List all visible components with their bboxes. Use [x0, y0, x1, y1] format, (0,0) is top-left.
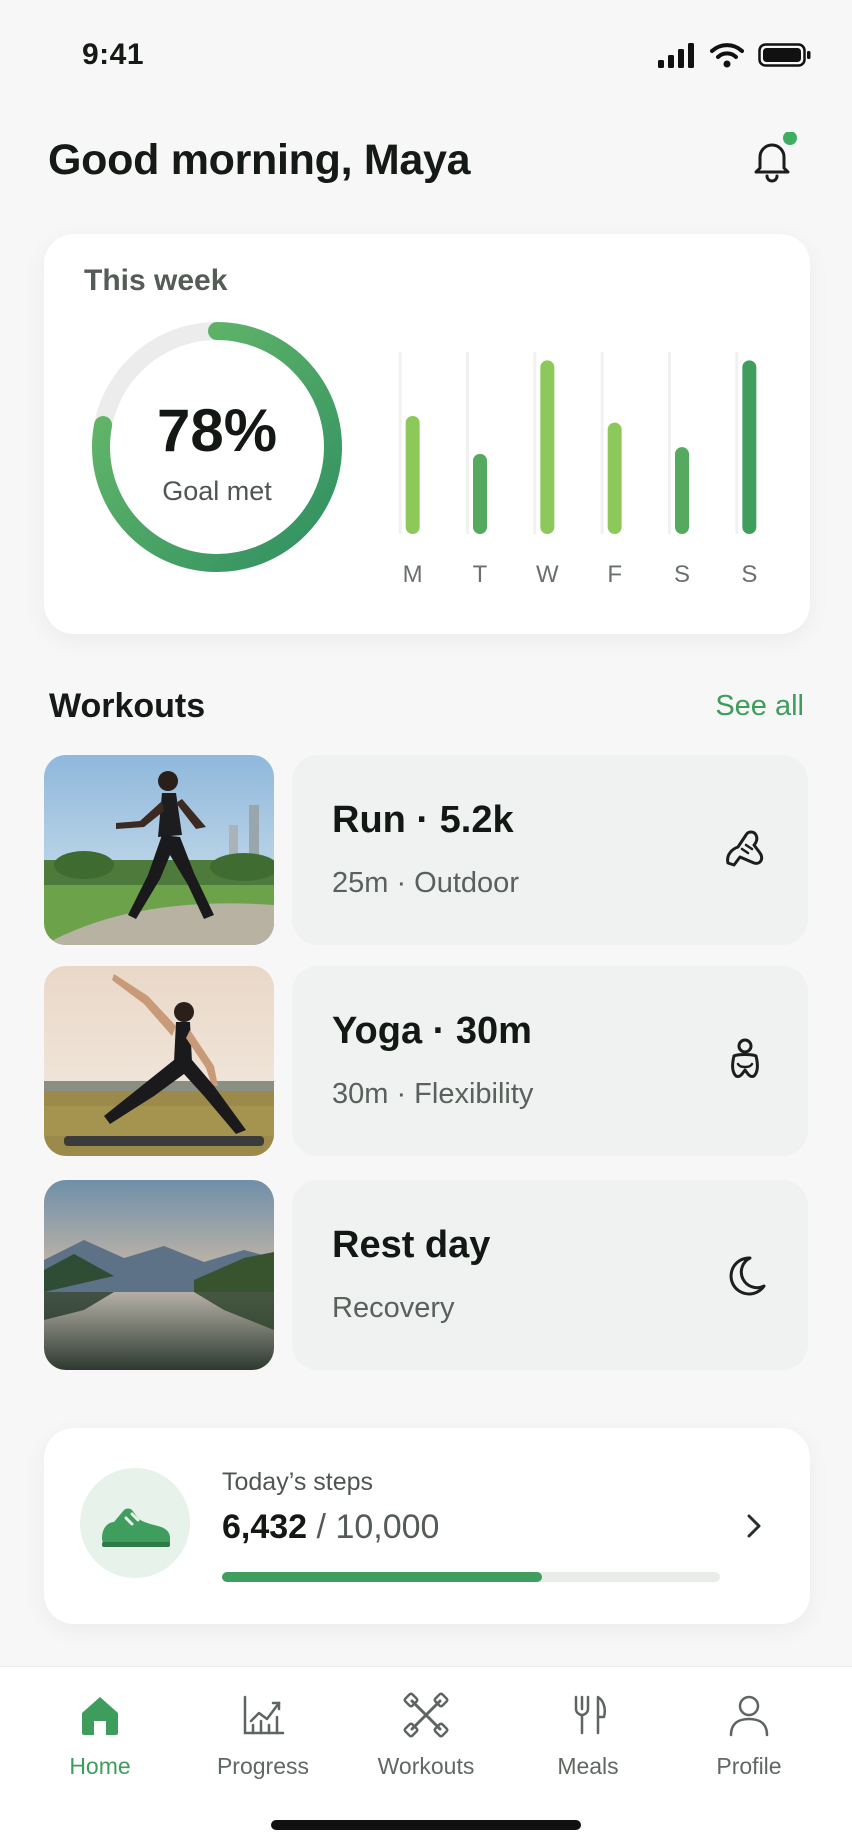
wifi-icon: [710, 43, 744, 68]
status-time: 9:41: [82, 38, 145, 71]
day-bar-1: [473, 453, 487, 534]
signal-icon: [658, 43, 694, 68]
runner-photo[interactable]: [44, 755, 274, 945]
day-bar-4: [675, 447, 689, 534]
yoga-person-icon: [731, 1038, 759, 1078]
workout-title: Yoga · 30m: [332, 1010, 532, 1052]
bar-gridline: [668, 352, 671, 534]
workout-title: Run · 5.2k: [332, 799, 514, 841]
dumbbell-icon: [403, 1692, 449, 1738]
person-icon: [729, 1695, 769, 1737]
battery-icon: [758, 43, 811, 67]
steps-badge: [80, 1468, 190, 1578]
chart-icon: [243, 1695, 285, 1735]
tab-progress[interactable]: Progress: [178, 1691, 348, 1780]
daily-activity-bars: MTWFSS: [398, 352, 757, 588]
steps-card[interactable]: Today’s steps 6,432 / 10,000: [44, 1428, 810, 1624]
day-label: W: [536, 561, 559, 588]
tab-profile[interactable]: Profile: [664, 1691, 834, 1780]
steps-progress-fill: [222, 1572, 543, 1582]
day-label: M: [403, 561, 423, 588]
greeting-title: Good morning, Maya: [48, 136, 471, 184]
bar-gridline: [398, 352, 402, 534]
goal-ring: 78% Goal met: [82, 312, 352, 582]
tab-label: Home: [69, 1753, 131, 1779]
steps-current: 6,432: [222, 1508, 308, 1546]
tab-label: Progress: [216, 1753, 310, 1779]
status-bar: 9:41: [0, 0, 852, 110]
tab-workouts[interactable]: Workouts: [341, 1691, 511, 1780]
steps-progress-bar: [222, 1572, 720, 1582]
tab-label: Meals: [557, 1753, 619, 1779]
workout-subtitle: 25m · Outdoor: [332, 867, 519, 899]
day-label: F: [607, 561, 622, 588]
bar-gridline: [466, 352, 469, 534]
shoe-icon: [726, 830, 764, 867]
bar-gridline: [735, 352, 739, 534]
day-label: S: [741, 561, 757, 588]
workout-card-rest[interactable]: Rest day Recovery: [292, 1180, 808, 1370]
bottom-tab-bar: Home Progress Workouts Meals Profile: [0, 1666, 852, 1846]
day-label: T: [473, 561, 488, 588]
day-bar-5: [742, 360, 757, 534]
home-icon: [82, 1697, 118, 1735]
goal-percent: 78%: [156, 397, 278, 464]
yoga-photo[interactable]: [44, 966, 274, 1156]
tab-meals[interactable]: Meals: [503, 1691, 673, 1780]
sneaker-icon: [102, 1508, 170, 1547]
workout-subtitle: 30m · Flexibility: [332, 1078, 534, 1110]
utensils-icon: [574, 1695, 606, 1735]
home-indicator: [271, 1820, 581, 1830]
workout-subtitle: Recovery: [332, 1292, 455, 1324]
day-bar-2: [540, 360, 555, 534]
goal-caption: Goal met: [162, 476, 272, 506]
status-icons: [658, 42, 812, 68]
tab-label: Workouts: [377, 1753, 475, 1779]
day-bar-3: [607, 422, 622, 534]
tab-home[interactable]: Home: [15, 1691, 185, 1780]
workout-card-yoga[interactable]: Yoga · 30m 30m · Flexibility: [292, 966, 808, 1156]
steps-value: 6,432 / 10,000: [222, 1508, 439, 1547]
lake-photo[interactable]: [44, 1180, 274, 1370]
notification-dot: [783, 132, 797, 145]
bar-gridline: [600, 352, 604, 534]
steps-goal: / 10,000: [316, 1508, 440, 1546]
workouts-section-title: Workouts: [49, 687, 206, 725]
notification-bell-icon[interactable]: [744, 132, 800, 188]
steps-label: Today’s steps: [222, 1468, 374, 1496]
chevron-right-icon[interactable]: [734, 1506, 774, 1546]
weekly-summary-card[interactable]: This week 78% Goal met M T W F S S: [44, 234, 810, 634]
bar-gridline: [533, 352, 537, 534]
workout-card-run[interactable]: Run · 5.2k 25m · Outdoor: [292, 755, 808, 945]
workout-title: Rest day: [332, 1224, 491, 1266]
tab-label: Profile: [716, 1753, 782, 1779]
week-label: This week: [84, 264, 228, 297]
see-all-link[interactable]: See all: [715, 690, 804, 723]
day-label: S: [674, 561, 690, 588]
day-bar-0: [405, 416, 420, 534]
moon-icon: [729, 1256, 766, 1296]
